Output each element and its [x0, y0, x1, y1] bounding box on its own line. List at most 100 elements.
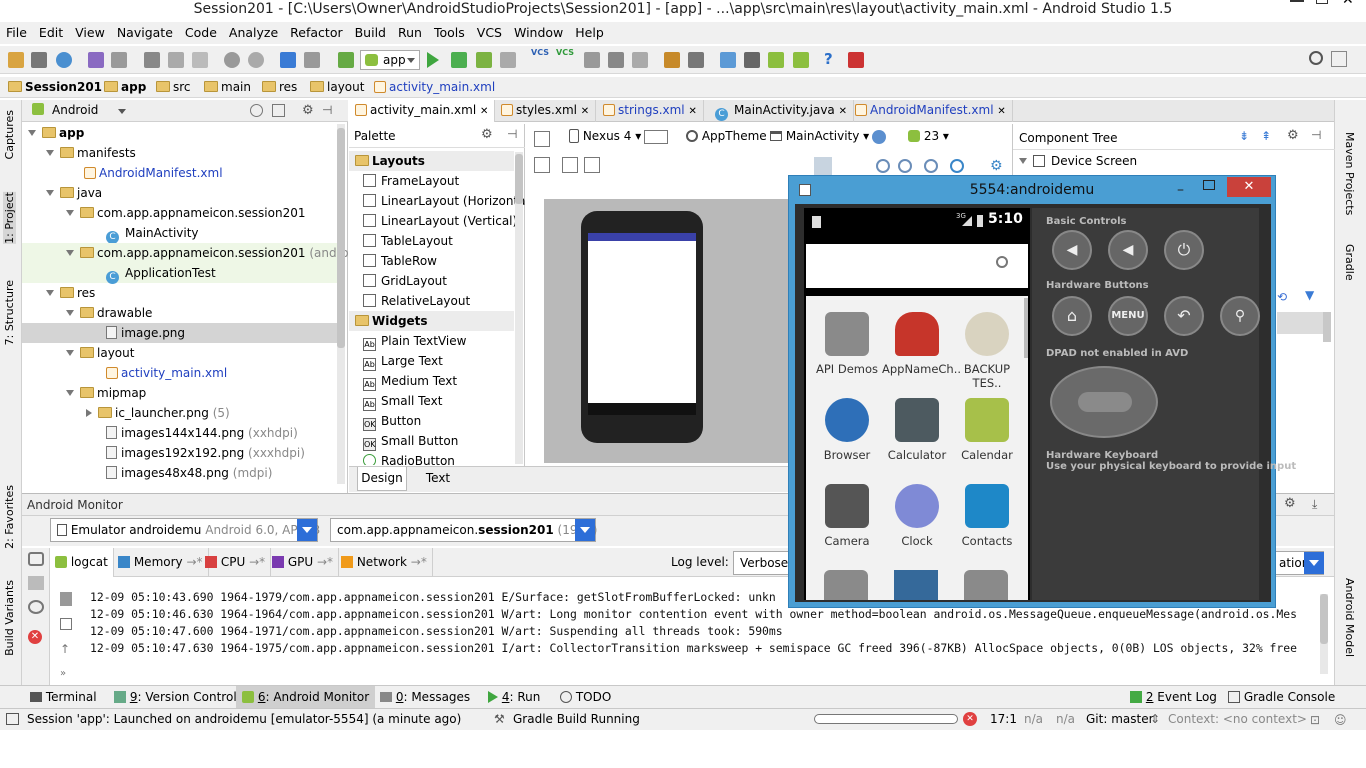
- menu-help[interactable]: Help: [569, 22, 610, 40]
- git-branch[interactable]: Git: master: [1086, 712, 1154, 726]
- hide-panel-icon[interactable]: ⊣: [507, 127, 517, 141]
- hide-panel-icon[interactable]: ⊣: [1311, 128, 1321, 142]
- drawer-scrollbar[interactable]: [1024, 298, 1028, 358]
- palette-item[interactable]: TableRow: [363, 251, 437, 271]
- minimize-icon[interactable]: –: [1177, 176, 1184, 204]
- hide-panel-icon[interactable]: ⊣: [322, 103, 332, 117]
- emulator-screen[interactable]: 3G 5:10 API Demos AppNameCh.. BACKUP TES…: [804, 208, 1030, 600]
- tree-item-test-package[interactable]: com.app.appnameicon.session201 (androidT: [22, 243, 367, 263]
- sdk-manager-icon[interactable]: [768, 52, 784, 68]
- tab-gradle-console[interactable]: Gradle Console: [1222, 686, 1341, 708]
- close-icon[interactable]: ✕: [1227, 177, 1271, 197]
- activity-select[interactable]: MainActivity ▾: [770, 129, 869, 143]
- tree-item-drawable[interactable]: drawable: [66, 303, 152, 323]
- tree-item-java[interactable]: java: [46, 183, 102, 203]
- refresh-icon[interactable]: [950, 159, 964, 173]
- stop-icon[interactable]: [848, 52, 864, 68]
- tab-todo[interactable]: TODO: [554, 686, 617, 708]
- up-icon[interactable]: ↑: [60, 642, 70, 656]
- scroll-from-source-icon[interactable]: [250, 104, 263, 117]
- app-calendar[interactable]: Calendar: [952, 398, 1022, 462]
- tree-item-package[interactable]: com.app.appnameicon.session201: [66, 203, 305, 223]
- gestures-icon[interactable]: [964, 570, 1008, 600]
- run-config-select[interactable]: app: [360, 50, 420, 70]
- menu-build[interactable]: Build: [349, 22, 392, 40]
- tab-terminal[interactable]: Terminal: [24, 686, 103, 708]
- copy-icon[interactable]: [168, 52, 184, 68]
- gear-icon[interactable]: ⚙: [302, 103, 314, 118]
- tab-build-variants[interactable]: Build Variants: [3, 580, 16, 656]
- close-icon[interactable]: ✕: [581, 106, 589, 117]
- crumb-main[interactable]: main: [204, 80, 251, 94]
- undo-icon[interactable]: [88, 52, 104, 68]
- menu-view[interactable]: View: [69, 22, 111, 40]
- palette-item[interactable]: RadioButton: [363, 451, 455, 465]
- app-calculator[interactable]: Calculator: [882, 398, 952, 462]
- menu-run[interactable]: Run: [392, 22, 428, 40]
- tab-run[interactable]: 4: Run: [482, 686, 546, 708]
- tab-structure[interactable]: 7: Structure: [3, 280, 16, 345]
- minimize-icon[interactable]: [1290, 0, 1304, 2]
- tab-maven-projects[interactable]: Maven Projects: [1343, 132, 1356, 215]
- palette-item[interactable]: RelativeLayout: [363, 291, 470, 311]
- tab-favorites[interactable]: 2: Favorites: [3, 485, 16, 549]
- close-icon[interactable]: ✕: [688, 106, 696, 117]
- find-icon[interactable]: [224, 52, 240, 68]
- palette-item[interactable]: Ab Plain TextView: [363, 331, 466, 351]
- replace-icon[interactable]: [248, 52, 264, 68]
- tab-gpu[interactable]: GPU →*: [267, 548, 340, 577]
- sync-icon[interactable]: [56, 52, 72, 68]
- tab-design[interactable]: Design: [357, 467, 407, 491]
- tab-version-control[interactable]: 9: Version Control: [108, 686, 243, 708]
- api-select[interactable]: 23 ▾: [908, 129, 949, 143]
- zoom-in-icon[interactable]: [876, 159, 890, 173]
- chevron-down-icon[interactable]: [297, 519, 317, 541]
- settings-icon[interactable]: [664, 52, 680, 68]
- undo-icon[interactable]: ⟲: [1277, 290, 1287, 304]
- scroll-to-end-icon[interactable]: [60, 618, 72, 630]
- menu-button[interactable]: MENU: [1108, 296, 1148, 336]
- phone-preview[interactable]: [581, 211, 703, 443]
- zoom-actual-icon[interactable]: [814, 157, 832, 175]
- home-button[interactable]: ⌂: [1052, 296, 1092, 336]
- redo-icon[interactable]: [111, 52, 127, 68]
- maximize-icon[interactable]: [1203, 180, 1215, 190]
- palette-scrollbar[interactable]: [515, 152, 523, 464]
- menu-analyze[interactable]: Analyze: [223, 22, 284, 40]
- tree-item-app[interactable]: app: [28, 123, 84, 143]
- menu-file[interactable]: File: [0, 22, 33, 40]
- crumb-project[interactable]: Session201: [8, 80, 102, 94]
- gear-icon[interactable]: ⚙: [1284, 496, 1296, 511]
- process-dropdown[interactable]: com.app.appnameicon.session201 (1964): [330, 518, 597, 542]
- gear-icon[interactable]: ⚙: [990, 158, 1003, 174]
- app-backup-tes[interactable]: BACKUP TES..: [952, 312, 1022, 390]
- crumb-layout[interactable]: layout: [310, 80, 364, 94]
- vcs-update-icon[interactable]: VCS: [531, 48, 549, 57]
- menu-tools[interactable]: Tools: [428, 22, 471, 40]
- tab-captures[interactable]: Captures: [3, 110, 16, 159]
- properties-scrollbar[interactable]: [1323, 312, 1331, 342]
- crumb-res[interactable]: res: [262, 80, 297, 94]
- tree-item-images48[interactable]: images48x48.png (mdpi): [106, 463, 272, 483]
- screenshot-icon[interactable]: [28, 552, 44, 566]
- palette-item[interactable]: GridLayout: [363, 271, 447, 291]
- back-button[interactable]: ↶: [1164, 296, 1204, 336]
- palette-item[interactable]: LinearLayout (Vertical): [363, 211, 517, 231]
- tab-strings[interactable]: strings.xml ✕: [597, 100, 704, 122]
- dev-tools-icon[interactable]: [824, 570, 868, 600]
- orientation-icon[interactable]: [644, 130, 668, 144]
- width-icon[interactable]: [562, 157, 578, 173]
- dpad-center[interactable]: [1078, 392, 1132, 412]
- palette-item[interactable]: FrameLayout: [363, 171, 459, 191]
- emulator-title-bar[interactable]: 5554:androidemu – ✕: [789, 176, 1275, 204]
- tab-network[interactable]: Network →*: [336, 548, 433, 577]
- vcs-commit-icon[interactable]: VCS: [556, 48, 574, 57]
- help-icon[interactable]: ?: [824, 50, 833, 68]
- terminate-icon[interactable]: ✕: [28, 630, 42, 644]
- tab-event-log[interactable]: 2 Event Log: [1124, 686, 1223, 708]
- tree-item-images144[interactable]: images144x144.png (xxhdpi): [106, 423, 298, 443]
- tab-text[interactable]: Text: [415, 467, 461, 491]
- tab-gradle[interactable]: Gradle: [1343, 244, 1356, 281]
- settings-icon[interactable]: [894, 570, 938, 600]
- android-device-monitor-icon[interactable]: [793, 52, 809, 68]
